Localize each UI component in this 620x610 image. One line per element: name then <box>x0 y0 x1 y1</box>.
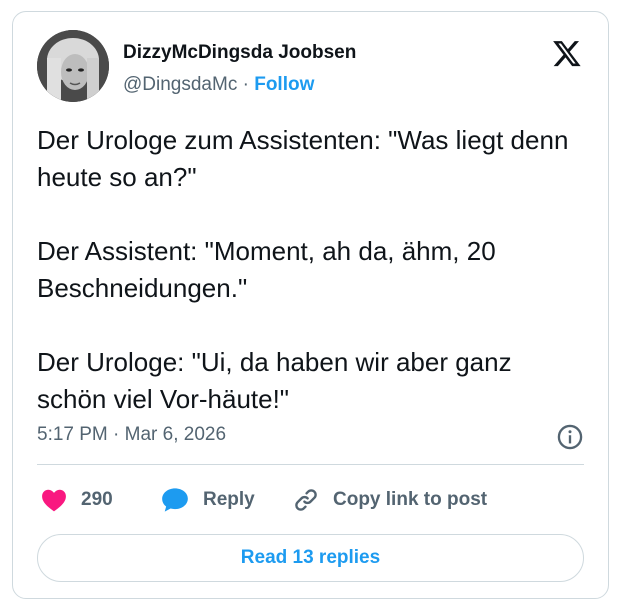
author-handle-line: @DingsdaMc · Follow <box>123 74 314 96</box>
tweet-timestamp[interactable]: 5:17 PM · Mar 6, 2026 <box>37 424 226 446</box>
tweet-header: DizzyMcDingsda Joobsen @DingsdaMc · Foll… <box>37 30 584 106</box>
like-count: 290 <box>81 489 113 510</box>
link-icon <box>295 489 317 511</box>
heart-icon <box>42 489 66 512</box>
reply-label: Reply <box>203 489 255 510</box>
tweet-text: Der Urologe zum Assistenten: "Was liegt … <box>37 122 587 418</box>
tweet-paragraph: Der Urologe zum Assistenten: "Was liegt … <box>37 125 569 192</box>
author-handle[interactable]: @DingsdaMc <box>123 74 237 95</box>
tweet-actions: 290 Reply Copy link to post <box>37 482 597 518</box>
copy-link-label: Copy link to post <box>333 489 488 510</box>
tweet-paragraph: Der Assistent: "Moment, ah da, ähm, 20 B… <box>37 236 496 303</box>
follow-button[interactable]: Follow <box>254 74 314 95</box>
reply-button[interactable]: Reply <box>161 482 255 518</box>
avatar-image <box>37 30 109 102</box>
avatar[interactable] <box>37 30 109 102</box>
handle-separator: · <box>237 74 255 95</box>
tweet-card: DizzyMcDingsda Joobsen @DingsdaMc · Foll… <box>12 11 609 599</box>
read-replies-button[interactable]: Read 13 replies <box>37 534 584 582</box>
divider <box>37 464 584 465</box>
author-display-name[interactable]: DizzyMcDingsda Joobsen <box>123 42 356 64</box>
speech-bubble-icon <box>162 488 188 512</box>
tweet-paragraph: Der Urologe: "Ui, da haben wir aber ganz… <box>37 347 512 414</box>
copy-link-button[interactable]: Copy link to post <box>293 482 487 518</box>
like-button[interactable]: 290 <box>41 482 113 518</box>
x-logo-icon[interactable] <box>552 38 582 68</box>
info-icon[interactable] <box>556 423 584 451</box>
